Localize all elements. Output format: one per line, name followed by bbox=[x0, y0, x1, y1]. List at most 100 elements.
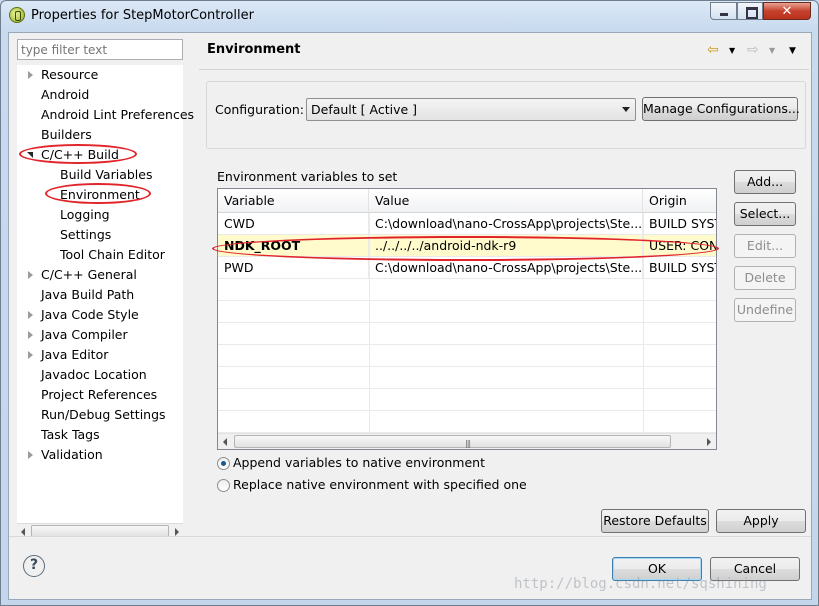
tree-item-label: Resource bbox=[41, 67, 99, 82]
table-row[interactable]: CWD C:\download\nano-CrossApp\projects\St… bbox=[218, 213, 716, 235]
scroll-right-icon[interactable] bbox=[175, 528, 179, 536]
tree-item-label: Javadoc Location bbox=[41, 367, 147, 382]
configuration-select[interactable]: Default [ Active ] bbox=[306, 98, 636, 121]
back-icon[interactable]: ⇦ bbox=[707, 42, 719, 58]
table-row[interactable]: PWD C:\download\nano-CrossApp\projects\St… bbox=[218, 257, 716, 279]
tree-item-label: C/C++ Build bbox=[41, 147, 119, 162]
collapsed-arrow-icon[interactable] bbox=[28, 331, 33, 339]
scroll-right-icon[interactable] bbox=[707, 438, 711, 446]
collapsed-arrow-icon[interactable] bbox=[28, 71, 33, 79]
table-row[interactable]: NDK_ROOT ../../../../android-ndk-r9 USER: … bbox=[218, 235, 716, 257]
append-radio[interactable] bbox=[217, 457, 230, 470]
tree-item-label: Builders bbox=[41, 127, 92, 142]
tree-item-environment[interactable]: Environment bbox=[60, 185, 140, 205]
collapsed-arrow-icon[interactable] bbox=[28, 271, 33, 279]
apply-button[interactable]: Apply bbox=[716, 509, 806, 533]
tree-item-label: Task Tags bbox=[41, 427, 100, 442]
close-button[interactable]: ✕ bbox=[763, 2, 811, 20]
tree-item-build-variables[interactable]: Build Variables bbox=[60, 165, 152, 185]
minimize-button[interactable] bbox=[710, 2, 737, 20]
tree-item-logging[interactable]: Logging bbox=[60, 205, 110, 225]
app-icon bbox=[9, 7, 25, 23]
table-row-empty bbox=[218, 411, 716, 433]
tree-item-android[interactable]: Android bbox=[41, 85, 89, 105]
close-icon: ✕ bbox=[781, 4, 793, 19]
undefine-button[interactable]: Undefine bbox=[734, 298, 796, 322]
tree-item-label: Android bbox=[41, 87, 90, 102]
tree-item-label: Validation bbox=[41, 447, 103, 462]
watermark: http://blog.csdn.net/sqshining bbox=[514, 576, 767, 592]
configuration-label: Configuration: bbox=[215, 102, 304, 117]
collapsed-arrow-icon[interactable] bbox=[28, 311, 33, 319]
tree-item-label: Settings bbox=[60, 227, 112, 242]
tree-item-java-compiler[interactable]: Java Compiler bbox=[41, 325, 128, 345]
cell-value: ../../../../android-ndk-r9 bbox=[369, 235, 643, 257]
page-title: Environment bbox=[207, 42, 301, 57]
scroll-left-icon[interactable] bbox=[223, 438, 227, 446]
column-header-value[interactable]: Value bbox=[369, 189, 643, 213]
tree-item-label: Java Compiler bbox=[41, 327, 128, 342]
properties-window: Properties for StepMotorController ✕ Res… bbox=[0, 0, 819, 606]
add-button[interactable]: Add... bbox=[734, 170, 796, 194]
cell-origin: BUILD SYSTEM bbox=[643, 257, 716, 279]
tree-item-label: Java Editor bbox=[41, 347, 109, 362]
help-icon[interactable]: ? bbox=[23, 555, 45, 577]
tree-item-resource[interactable]: Resource bbox=[41, 65, 98, 85]
tree-item-project-references[interactable]: Project References bbox=[41, 385, 157, 405]
replace-radio[interactable] bbox=[217, 479, 230, 492]
append-label[interactable]: Append variables to native environment bbox=[233, 455, 485, 470]
tree-item-validation[interactable]: Validation bbox=[41, 445, 103, 465]
separator bbox=[199, 69, 809, 70]
tree-item-label: Build Variables bbox=[60, 167, 153, 182]
tree-item-java-editor[interactable]: Java Editor bbox=[41, 345, 108, 365]
cell-value: C:\download\nano-CrossApp\projects\Ste..… bbox=[369, 213, 643, 235]
tree-item-task-tags[interactable]: Task Tags bbox=[41, 425, 100, 445]
title-bar[interactable]: Properties for StepMotorController ✕ bbox=[1, 1, 818, 31]
table-row-empty bbox=[218, 279, 716, 301]
restore-defaults-button[interactable]: Restore Defaults bbox=[601, 509, 709, 533]
tree-item-label: Run/Debug Settings bbox=[41, 407, 166, 422]
tree-item-settings[interactable]: Settings bbox=[60, 225, 111, 245]
environment-table: Variable Value Origin CWD C:\download\nan… bbox=[217, 188, 717, 450]
cell-origin: BUILD SYSTEM bbox=[643, 213, 716, 235]
tree-item-java-code-style[interactable]: Java Code Style bbox=[41, 305, 139, 325]
select-button[interactable]: Select... bbox=[734, 202, 796, 226]
view-menu-icon[interactable]: ▼ bbox=[789, 46, 796, 56]
tree-item-label: C/C++ General bbox=[41, 267, 137, 282]
tree-item-android-lint-preferences[interactable]: Android Lint Preferences bbox=[41, 105, 194, 125]
tree-item-label: Logging bbox=[60, 207, 110, 222]
property-tree: Resource Android Android Lint Preferences B… bbox=[17, 65, 194, 538]
maximize-button[interactable] bbox=[737, 2, 763, 20]
tree-item-c-c-build[interactable]: C/C++ Build bbox=[41, 145, 119, 165]
forward-menu-icon[interactable]: ▼ bbox=[769, 46, 775, 55]
table-header: Variable Value Origin bbox=[218, 189, 716, 213]
tree-item-tool-chain-editor[interactable]: Tool Chain Editor bbox=[60, 245, 165, 265]
expanded-arrow-icon[interactable] bbox=[27, 152, 33, 158]
tree-item-run-debug-settings[interactable]: Run/Debug Settings bbox=[41, 405, 166, 425]
cell-origin: USER: CONFIG bbox=[643, 235, 716, 257]
cell-variable: CWD bbox=[218, 213, 369, 235]
edit-button[interactable]: Edit... bbox=[734, 234, 796, 258]
cell-value: C:\download\nano-CrossApp\projects\Ste..… bbox=[369, 257, 643, 279]
forward-icon[interactable]: ⇨ bbox=[747, 42, 759, 58]
back-menu-icon[interactable]: ▼ bbox=[729, 46, 735, 55]
tree-item-builders[interactable]: Builders bbox=[41, 125, 92, 145]
tree-item-c-c-general[interactable]: C/C++ General bbox=[41, 265, 137, 285]
window-title: Properties for StepMotorController bbox=[31, 8, 254, 23]
collapsed-arrow-icon[interactable] bbox=[28, 351, 33, 359]
collapsed-arrow-icon[interactable] bbox=[28, 451, 33, 459]
tree-item-label: Java Code Style bbox=[41, 307, 139, 322]
replace-label[interactable]: Replace native environment with specifie… bbox=[233, 477, 527, 492]
scroll-left-icon[interactable] bbox=[21, 528, 25, 536]
table-row-empty bbox=[218, 323, 716, 345]
tree-item-java-build-path[interactable]: Java Build Path bbox=[41, 285, 134, 305]
delete-button[interactable]: Delete bbox=[734, 266, 796, 290]
tree-item-javadoc-location[interactable]: Javadoc Location bbox=[41, 365, 147, 385]
filter-input[interactable] bbox=[17, 39, 183, 60]
column-header-origin[interactable]: Origin bbox=[643, 189, 716, 213]
scroll-thumb[interactable]: ||| bbox=[234, 435, 671, 448]
column-header-variable[interactable]: Variable bbox=[218, 189, 369, 213]
table-horizontal-scrollbar[interactable]: ||| bbox=[218, 433, 716, 449]
tree-item-label: Project References bbox=[41, 387, 158, 402]
manage-configurations-button[interactable]: Manage Configurations... bbox=[642, 97, 800, 121]
